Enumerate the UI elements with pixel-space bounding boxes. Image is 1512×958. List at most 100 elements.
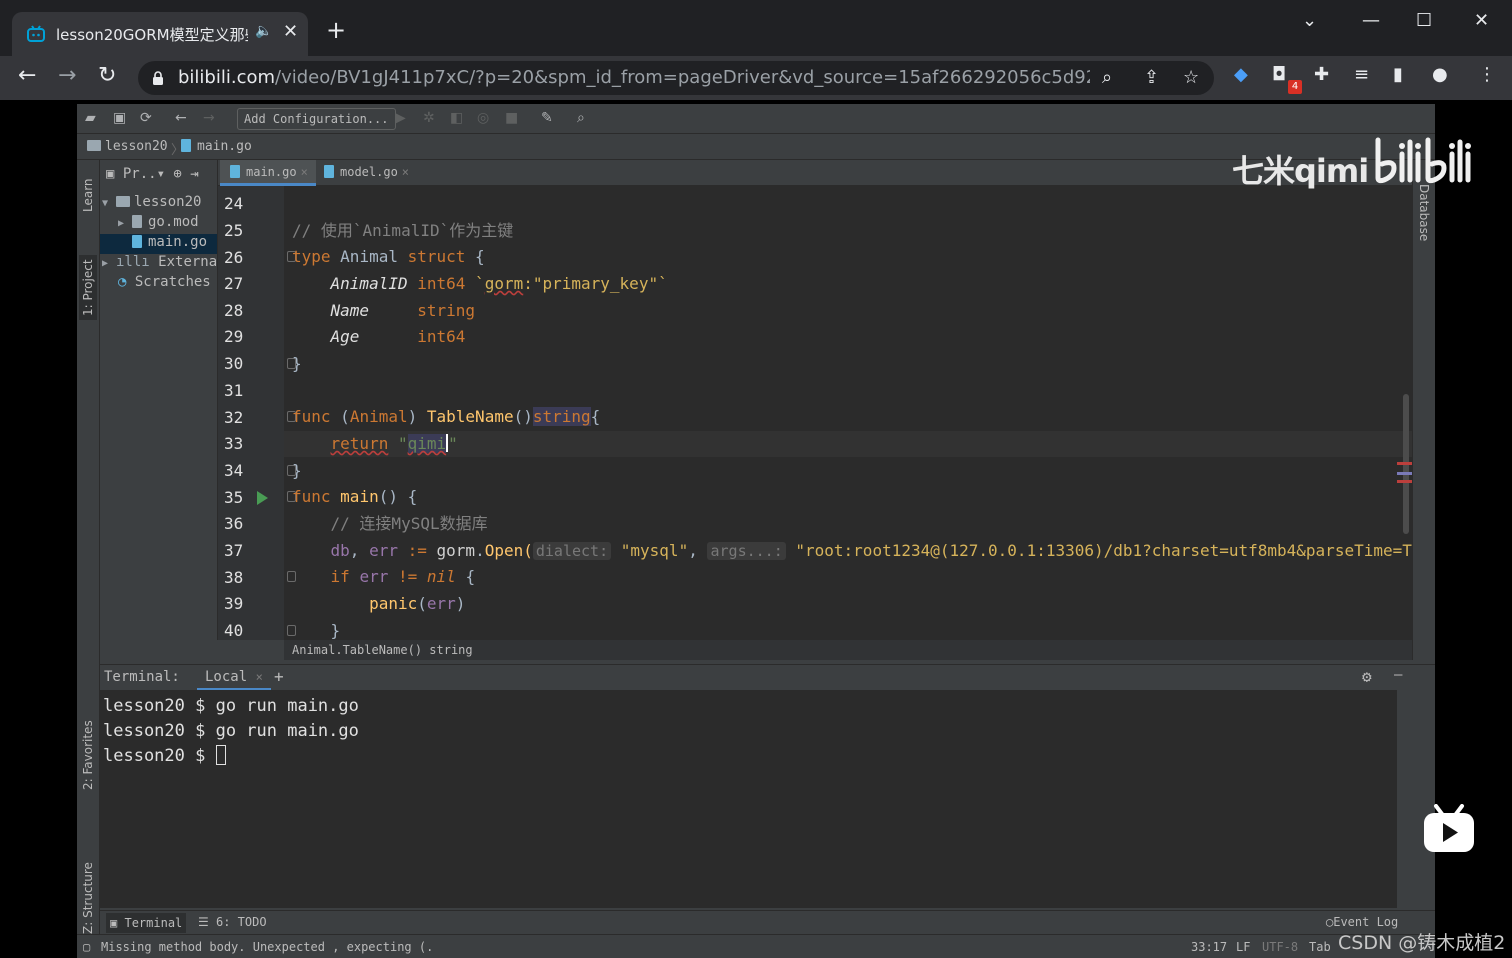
editor-gutter: 24 25 26 27 28 29 30 31 32 33 34 35 36 3…: [218, 186, 284, 640]
tree-item-main-go[interactable]: main.go: [100, 234, 217, 254]
zoom-icon[interactable]: ⌕: [1102, 67, 1112, 88]
tab-title: lesson20GORM模型定义那些: [56, 26, 248, 44]
code-line-32: func (Animal) TableName()string{: [292, 407, 601, 426]
maximize-icon[interactable]: ☐: [1416, 10, 1432, 31]
bilibili-logo-icon: [1375, 137, 1471, 184]
terminal-prompt: lesson20 $: [103, 744, 1397, 769]
ide-toolbar: ▰ ▣ ⟳ ← → Add Configuration... ▶ ✲ ◧ ◎ ■…: [77, 104, 1435, 134]
status-message: Missing method body. Unexpected , expect…: [101, 940, 434, 954]
extension-camera-icon[interactable]: ◘: [1272, 64, 1286, 85]
collapsed-arrow-icon: ▶: [102, 258, 109, 269]
extensions-puzzle-icon[interactable]: ✚: [1314, 64, 1329, 85]
tree-item-external-libraries[interactable]: ▶ıllı External L: [100, 254, 217, 274]
back-icon[interactable]: ←: [18, 64, 36, 88]
learn-tool-tab[interactable]: Learn: [81, 178, 95, 212]
speaker-icon[interactable]: 🔈: [255, 23, 272, 39]
error-stripe-marker[interactable]: [1397, 480, 1413, 483]
close-tab-icon[interactable]: ×: [256, 670, 263, 684]
folder-icon: [116, 196, 130, 207]
bottom-tool-tabs: ▣ Terminal ☰ 6: TODO ◯Event Log: [100, 910, 1435, 934]
line-separator[interactable]: LF: [1236, 940, 1250, 954]
csdn-watermark: CSDN @铸木成植2: [1338, 932, 1506, 954]
tree-item-lesson20[interactable]: ▼ lesson20: [100, 194, 217, 214]
tab-search-chevron-icon[interactable]: ⌄: [1302, 10, 1317, 31]
search-everywhere-icon[interactable]: ⌕: [577, 110, 585, 126]
todo-tool-tab[interactable]: ☰ 6: TODO: [198, 915, 267, 929]
terminal-header: Terminal: Local × + ⚙ —: [100, 664, 1435, 691]
ide-status-bar: ▢ Missing method body. Unexpected , expe…: [77, 934, 1435, 958]
expanded-arrow-icon: ▼: [102, 198, 109, 209]
open-folder-icon[interactable]: ▰: [85, 110, 96, 126]
database-tool-tab[interactable]: Database: [1417, 184, 1431, 241]
add-configuration-button[interactable]: Add Configuration...: [237, 108, 396, 130]
new-tab-icon[interactable]: +: [326, 18, 346, 42]
code-line-40: }: [330, 621, 341, 640]
coverage-icon[interactable]: ◧: [450, 110, 463, 126]
event-log-tab[interactable]: ◯Event Log: [1326, 915, 1398, 929]
run-icon[interactable]: ▶: [395, 110, 406, 126]
side-panel-icon[interactable]: ▮: [1393, 64, 1403, 85]
caret-position[interactable]: 33:17: [1191, 940, 1227, 954]
sync-icon[interactable]: ⟳: [140, 110, 152, 126]
url-text: bilibili.com/video/BV1gJ411p7xC/?p=20&sp…: [178, 67, 1090, 88]
terminal-output[interactable]: lesson20 $ go run main.go lesson20 $ go …: [100, 690, 1397, 908]
favorites-tool-tab[interactable]: 2: Favorites: [81, 720, 95, 790]
settings-gear-icon[interactable]: ⚙: [1362, 667, 1372, 686]
line-number: 38: [224, 568, 244, 587]
error-stripe-marker[interactable]: [1397, 462, 1413, 465]
new-terminal-icon[interactable]: +: [274, 667, 284, 686]
project-tool-tab[interactable]: 1: Project: [79, 255, 97, 320]
list-icon: ☰: [198, 915, 209, 929]
reload-icon[interactable]: ↻: [98, 64, 116, 88]
editor-signature-hint: Animal.TableName() string: [284, 640, 1412, 660]
profile-icon[interactable]: ◎: [477, 110, 489, 126]
line-number: 33: [224, 434, 244, 453]
extension-badge: 4: [1288, 80, 1302, 94]
panel-toggle-icon[interactable]: ▢: [83, 940, 90, 954]
project-panel-header[interactable]: ▣ Pr..▾ ⊕ ⇥: [106, 166, 199, 182]
menu-kebab-icon[interactable]: ⋮: [1478, 64, 1496, 85]
wrench-icon[interactable]: ✎: [541, 110, 553, 126]
terminal-tool-tab[interactable]: ▣ Terminal: [106, 913, 187, 933]
share-icon[interactable]: ⇪: [1144, 67, 1159, 88]
line-number: 29: [224, 327, 244, 346]
go-file-icon: [324, 165, 334, 178]
bookmark-star-icon[interactable]: ☆: [1183, 67, 1199, 88]
warning-stripe-marker[interactable]: [1397, 472, 1413, 475]
terminal-tab-local[interactable]: Local ×: [197, 665, 271, 691]
tab-model-go[interactable]: model.go ×: [314, 160, 417, 186]
stop-icon[interactable]: ■: [505, 110, 518, 126]
param-hint: args...:: [707, 542, 786, 560]
profile-avatar-icon[interactable]: ●: [1432, 64, 1448, 85]
debug-icon[interactable]: ✲: [423, 110, 435, 126]
file-encoding[interactable]: UTF-8: [1262, 940, 1298, 954]
terminal-line: lesson20 $ go run main.go: [103, 721, 359, 741]
line-number: 25: [224, 221, 244, 240]
breadcrumb-file[interactable]: main.go: [181, 139, 252, 154]
code-editor[interactable]: // 使用`AnimalID`作为主键 type Animal struct {…: [284, 186, 1412, 640]
line-number: 24: [224, 194, 244, 213]
run-gutter-icon[interactable]: [257, 491, 268, 505]
collapsed-arrow-icon: ▶: [118, 218, 125, 229]
close-window-icon[interactable]: ✕: [1474, 10, 1489, 31]
breadcrumb-project[interactable]: lesson20: [87, 139, 168, 154]
indent-setting[interactable]: Tab: [1309, 940, 1331, 954]
nav-back-icon[interactable]: ←: [175, 110, 187, 126]
close-tab-icon[interactable]: ✕: [283, 21, 298, 42]
reading-list-icon[interactable]: ≡: [1354, 64, 1369, 85]
browser-tab[interactable]: lesson20GORM模型定义那些 🔈 ✕: [12, 12, 308, 56]
close-tab-icon[interactable]: ×: [402, 165, 409, 179]
save-icon[interactable]: ▣: [113, 110, 126, 126]
forward-icon[interactable]: →: [58, 64, 76, 88]
structure-tool-tab[interactable]: Z: Structure: [81, 862, 95, 934]
tab-main-go[interactable]: main.go ×: [220, 160, 316, 186]
extension-gem-icon[interactable]: ◆: [1234, 64, 1248, 85]
close-tab-icon[interactable]: ×: [301, 165, 308, 179]
video-play-icon[interactable]: [1422, 804, 1476, 854]
tree-item-go-mod[interactable]: ▶ go.mod: [100, 214, 217, 234]
hide-panel-icon[interactable]: —: [1394, 667, 1402, 683]
tree-item-scratches[interactable]: ◔ Scratches: [100, 274, 217, 294]
nav-forward-icon[interactable]: →: [203, 110, 215, 126]
address-bar[interactable]: bilibili.com/video/BV1gJ411p7xC/?p=20&sp…: [138, 61, 1214, 95]
minimize-icon[interactable]: —: [1362, 10, 1380, 31]
